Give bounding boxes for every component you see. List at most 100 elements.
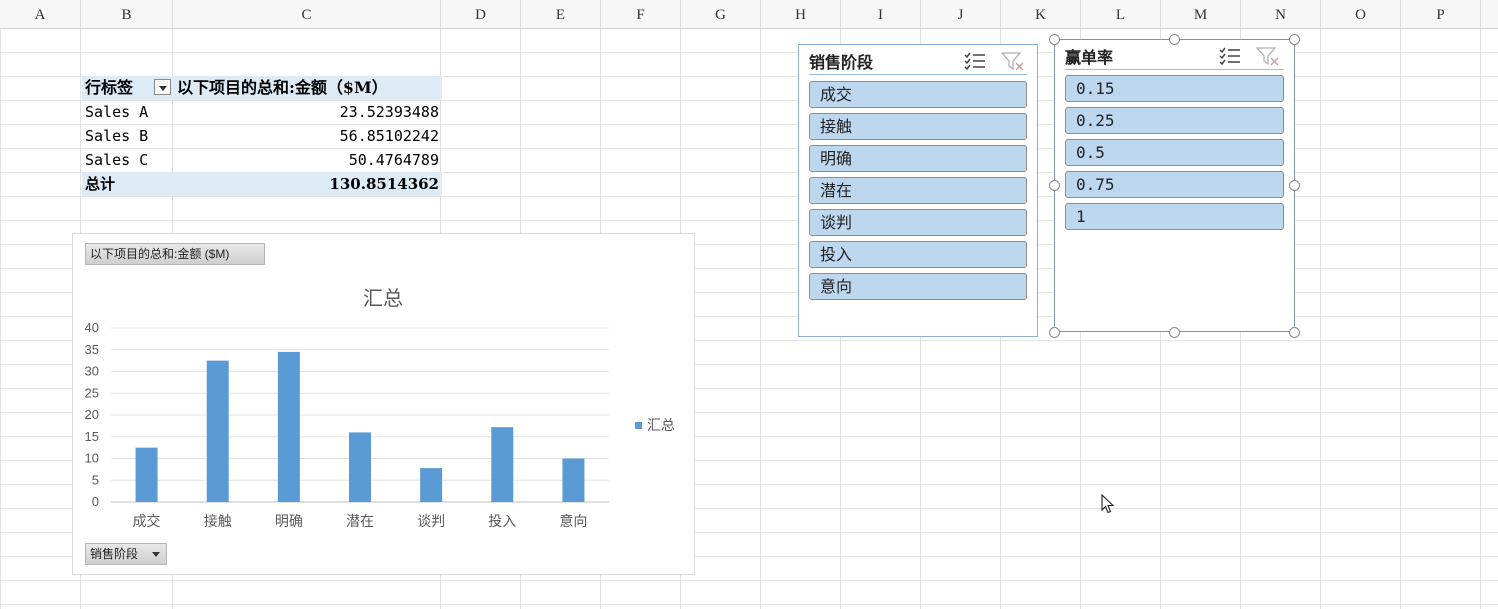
row-labels-dropdown-button[interactable] [154,79,171,95]
pivot-total-label: 总计 [85,175,116,193]
slicer-separator [1065,69,1284,70]
pivot-row[interactable]: Sales C 50.4764789 [82,148,442,172]
column-header-row: ABCDEFGHIJKLMNOP [0,0,1498,29]
resize-handle[interactable] [1049,327,1060,338]
column-header-d[interactable]: D [441,0,521,28]
resize-handle[interactable] [1049,34,1060,45]
slicer-separator [809,74,1027,75]
bar-5[interactable] [491,427,514,502]
pivot-row-value: 23.52393488 [339,103,439,121]
y-tick-label: 15 [85,429,99,444]
column-header-c[interactable]: C [173,0,441,28]
column-header-p[interactable]: P [1401,0,1481,28]
slicer-item[interactable]: 0.15 [1065,75,1284,102]
resize-handle[interactable] [1289,34,1300,45]
chart-plot-area: 0 5 10 15 20 25 30 35 40 成交 接触 明确 潜在 谈判 投入 意向 汇总 [85,320,675,530]
clear-filter-icon[interactable] [1255,46,1280,66]
gridline-vertical [1480,28,1481,609]
y-tick-label: 10 [85,451,99,466]
slicer-item[interactable]: 0.75 [1065,171,1284,198]
slicer-title: 赢单率 [1065,48,1114,67]
legend-label: 汇总 [647,418,675,434]
resize-handle[interactable] [1049,180,1060,191]
chevron-down-icon [152,552,160,557]
column-header-n[interactable]: N [1241,0,1321,28]
x-category-label: 明确 [275,514,303,530]
column-header-f[interactable]: F [601,0,681,28]
column-header-i[interactable]: I [841,0,921,28]
pivot-total-value: 130.8514362 [329,175,439,193]
clear-filter-icon[interactable] [1000,51,1025,71]
axis-field-label: 销售阶段 [90,547,139,561]
x-category-label: 意向 [559,513,587,530]
y-tick-label: 0 [92,494,99,509]
slicer-item[interactable]: 0.25 [1065,107,1284,134]
column-header-o[interactable]: O [1321,0,1401,28]
slicer-item[interactable]: 意向 [809,273,1027,300]
legend-swatch [635,422,642,429]
y-tick-label: 30 [85,364,99,379]
x-category-label: 潜在 [346,514,374,530]
bar-3[interactable] [349,432,371,502]
x-category-label: 接触 [204,513,232,530]
y-tick-label: 40 [85,320,99,335]
axis-field-button[interactable]: 销售阶段 [85,543,167,565]
pivot-chart[interactable]: 以下项目的总和:金额 ($M) 汇总 0 5 10 15 20 25 30 35 40 成交 接触明… [72,233,695,575]
worksheet-grid[interactable]: ABCDEFGHIJKLMNOP 行标签 以下项目的总和:金额（$M） Sale… [0,0,1498,609]
slicer-item[interactable]: 0.5 [1065,139,1284,166]
column-header-h[interactable]: H [761,0,841,28]
y-tick-label: 20 [85,407,99,422]
column-header-a[interactable]: A [0,0,81,28]
y-tick-label: 35 [85,342,99,357]
gridline-vertical [1400,28,1401,609]
x-category-label: 成交 [133,513,161,530]
column-header-j[interactable]: J [921,0,1001,28]
bar-6[interactable] [562,458,585,503]
slicer-win-rate[interactable]: 赢单率 0.15 0.25 0.5 0.75 1 [1054,39,1295,332]
x-category-label: 谈判 [417,514,445,530]
pivot-total-row[interactable]: 总计 130.8514362 [82,172,442,196]
slicer-item[interactable]: 接触 [809,113,1027,140]
bar-4[interactable] [420,468,443,502]
column-header-e[interactable]: E [521,0,601,28]
pivot-table[interactable]: 行标签 以下项目的总和:金额（$M） Sales A 23.52393488 S… [82,76,442,196]
slicer-title: 销售阶段 [809,53,874,72]
slicer-item[interactable]: 明确 [809,145,1027,172]
column-header-g[interactable]: G [681,0,761,28]
row-labels-header: 行标签 [85,78,134,97]
column-header-m[interactable]: M [1161,0,1241,28]
pivot-header-row: 行标签 以下项目的总和:金额（$M） [82,76,442,100]
pivot-row[interactable]: Sales A 23.52393488 [82,100,442,124]
pivot-row-value: 56.85102242 [339,127,439,145]
y-tick-label: 25 [85,385,99,400]
slicer-item[interactable]: 投入 [809,241,1027,268]
multiselect-icon[interactable] [963,51,987,71]
resize-handle[interactable] [1169,34,1180,45]
value-field-header: 以下项目的总和:金额（$M） [177,78,388,97]
y-tick-label: 5 [92,472,99,487]
column-header-l[interactable]: L [1081,0,1161,28]
pivot-row-label: Sales A [85,103,149,121]
pivot-row-label: Sales C [85,151,149,169]
bar-0[interactable] [135,447,158,502]
bar-1[interactable] [206,360,229,502]
bar-2[interactable] [277,351,300,502]
mouse-pointer-icon [1101,494,1115,514]
slicer-item[interactable]: 1 [1065,203,1284,230]
slicer-item[interactable]: 潜在 [809,177,1027,204]
multiselect-icon[interactable] [1218,46,1242,66]
resize-handle[interactable] [1169,327,1180,338]
resize-handle[interactable] [1289,180,1300,191]
column-header-k[interactable]: K [1001,0,1081,28]
slicer-item[interactable]: 成交 [809,81,1027,108]
pivot-row-label: Sales B [85,127,149,145]
slicer-item[interactable]: 谈判 [809,209,1027,236]
pivot-row-value: 50.4764789 [348,151,439,169]
gridline-vertical [760,28,761,609]
resize-handle[interactable] [1289,327,1300,338]
slicer-sales-stage[interactable]: 销售阶段 成交 接触 明确 潜在 谈判 投入 意向 [798,44,1038,337]
column-header-b[interactable]: B [81,0,173,28]
x-category-label: 投入 [488,514,516,530]
gridline-vertical [1320,28,1321,609]
pivot-row[interactable]: Sales B 56.85102242 [82,124,442,148]
